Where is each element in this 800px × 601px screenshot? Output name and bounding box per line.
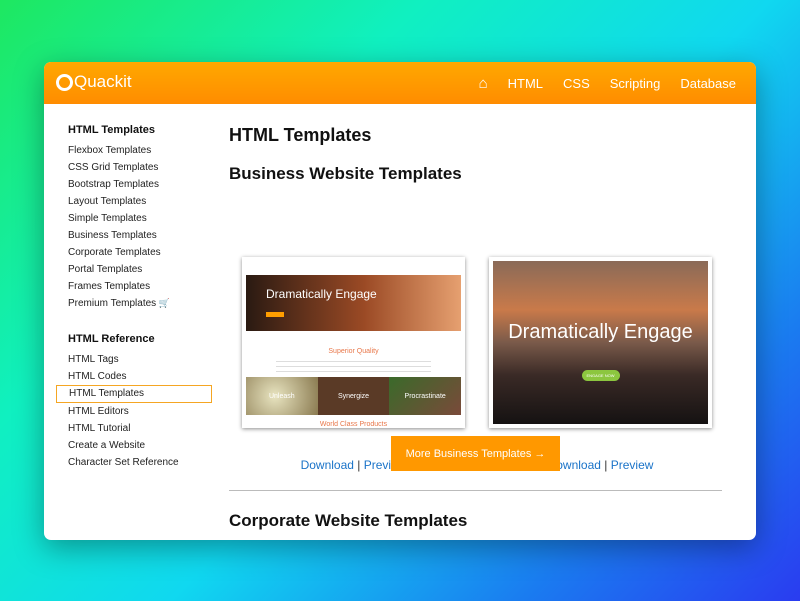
template-thumbnail[interactable]: Dramatically Engage Superior Quality Unl… <box>242 257 465 428</box>
thumb-heading: Superior Quality <box>328 348 379 355</box>
nav-css[interactable]: CSS <box>563 76 590 91</box>
browser-window: Quackit ⌂ HTML CSS Scripting Database HT… <box>44 62 756 540</box>
sidebar-item[interactable]: CSS Grid Templates <box>68 159 228 176</box>
thumb-text-lines <box>276 359 431 373</box>
header: Quackit ⌂ HTML CSS Scripting Database <box>44 62 756 104</box>
sidebar-item[interactable]: Character Set Reference <box>68 454 228 471</box>
sidebar-heading: HTML Reference <box>68 333 155 345</box>
sidebar-item[interactable]: Layout Templates <box>68 193 228 210</box>
nav-database[interactable]: Database <box>680 76 736 91</box>
sidebar-item[interactable]: HTML Editors <box>68 403 228 420</box>
sidebar-item[interactable]: Simple Templates <box>68 210 228 227</box>
sidebar-item[interactable]: Flexbox Templates <box>68 142 228 159</box>
nav-scripting[interactable]: Scripting <box>610 76 661 91</box>
sidebar-item[interactable]: HTML Templates <box>56 385 212 403</box>
preview-link[interactable]: Preview <box>611 458 654 472</box>
separator: | <box>357 458 361 472</box>
sidebar-item[interactable]: HTML Codes <box>68 368 228 385</box>
thumb-nav <box>246 261 461 266</box>
sidebar-item[interactable]: Frames Templates <box>68 278 228 295</box>
home-icon[interactable]: ⌂ <box>479 75 488 92</box>
sidebar-item[interactable]: Create a Website <box>68 437 228 454</box>
more-templates-button[interactable]: More Business Templates → <box>391 436 560 471</box>
page-title: HTML Templates <box>229 125 372 145</box>
top-nav: ⌂ HTML CSS Scripting Database <box>479 62 736 104</box>
thumb-hero-text: Dramatically Engage <box>508 321 693 343</box>
separator: | <box>604 458 608 472</box>
shopping-cart-icon: 🛒 <box>156 298 170 308</box>
template-thumbnail[interactable]: Dramatically Engage ENGAGE NOW <box>489 257 712 428</box>
thumb-hero: Dramatically Engage ENGAGE NOW <box>493 261 708 424</box>
logo-text: Quackit <box>74 72 132 91</box>
sidebar-item[interactable]: Business Templates <box>68 227 228 244</box>
sidebar-item[interactable]: HTML Tags <box>68 351 228 368</box>
section-heading: Business Website Templates <box>229 164 462 183</box>
sidebar-heading: HTML Templates <box>68 124 155 136</box>
thumb-hero-text: Dramatically Engage <box>266 287 377 301</box>
download-link[interactable]: Download <box>301 458 354 472</box>
nav-html[interactable]: HTML <box>508 76 543 91</box>
thumb-tile: Synergize <box>317 377 390 415</box>
thumb-button: ENGAGE NOW <box>581 370 620 381</box>
sidebar: HTML Templates Flexbox Templates CSS Grid… <box>56 124 228 471</box>
thumb-tile: Procrastinate <box>389 377 462 415</box>
thumb-footer: World Class Products <box>319 421 388 428</box>
sidebar-item[interactable]: Premium Templates 🛒 <box>68 295 228 312</box>
thumb-hero: Dramatically Engage <box>246 275 461 331</box>
sidebar-item[interactable]: Bootstrap Templates <box>68 176 228 193</box>
thumb-tiles: Unleash Synergize Procrastinate <box>246 377 462 415</box>
section-heading: Corporate Website Templates <box>229 511 468 530</box>
thumb-tile: Unleash <box>246 377 318 415</box>
sidebar-item[interactable]: HTML Tutorial <box>68 420 228 437</box>
logo-q-icon <box>56 73 73 91</box>
sidebar-item[interactable]: Corporate Templates <box>68 244 228 261</box>
divider <box>229 490 722 491</box>
thumb-button <box>266 312 284 317</box>
logo[interactable]: Quackit <box>56 72 132 92</box>
sidebar-item[interactable]: Portal Templates <box>68 261 228 278</box>
